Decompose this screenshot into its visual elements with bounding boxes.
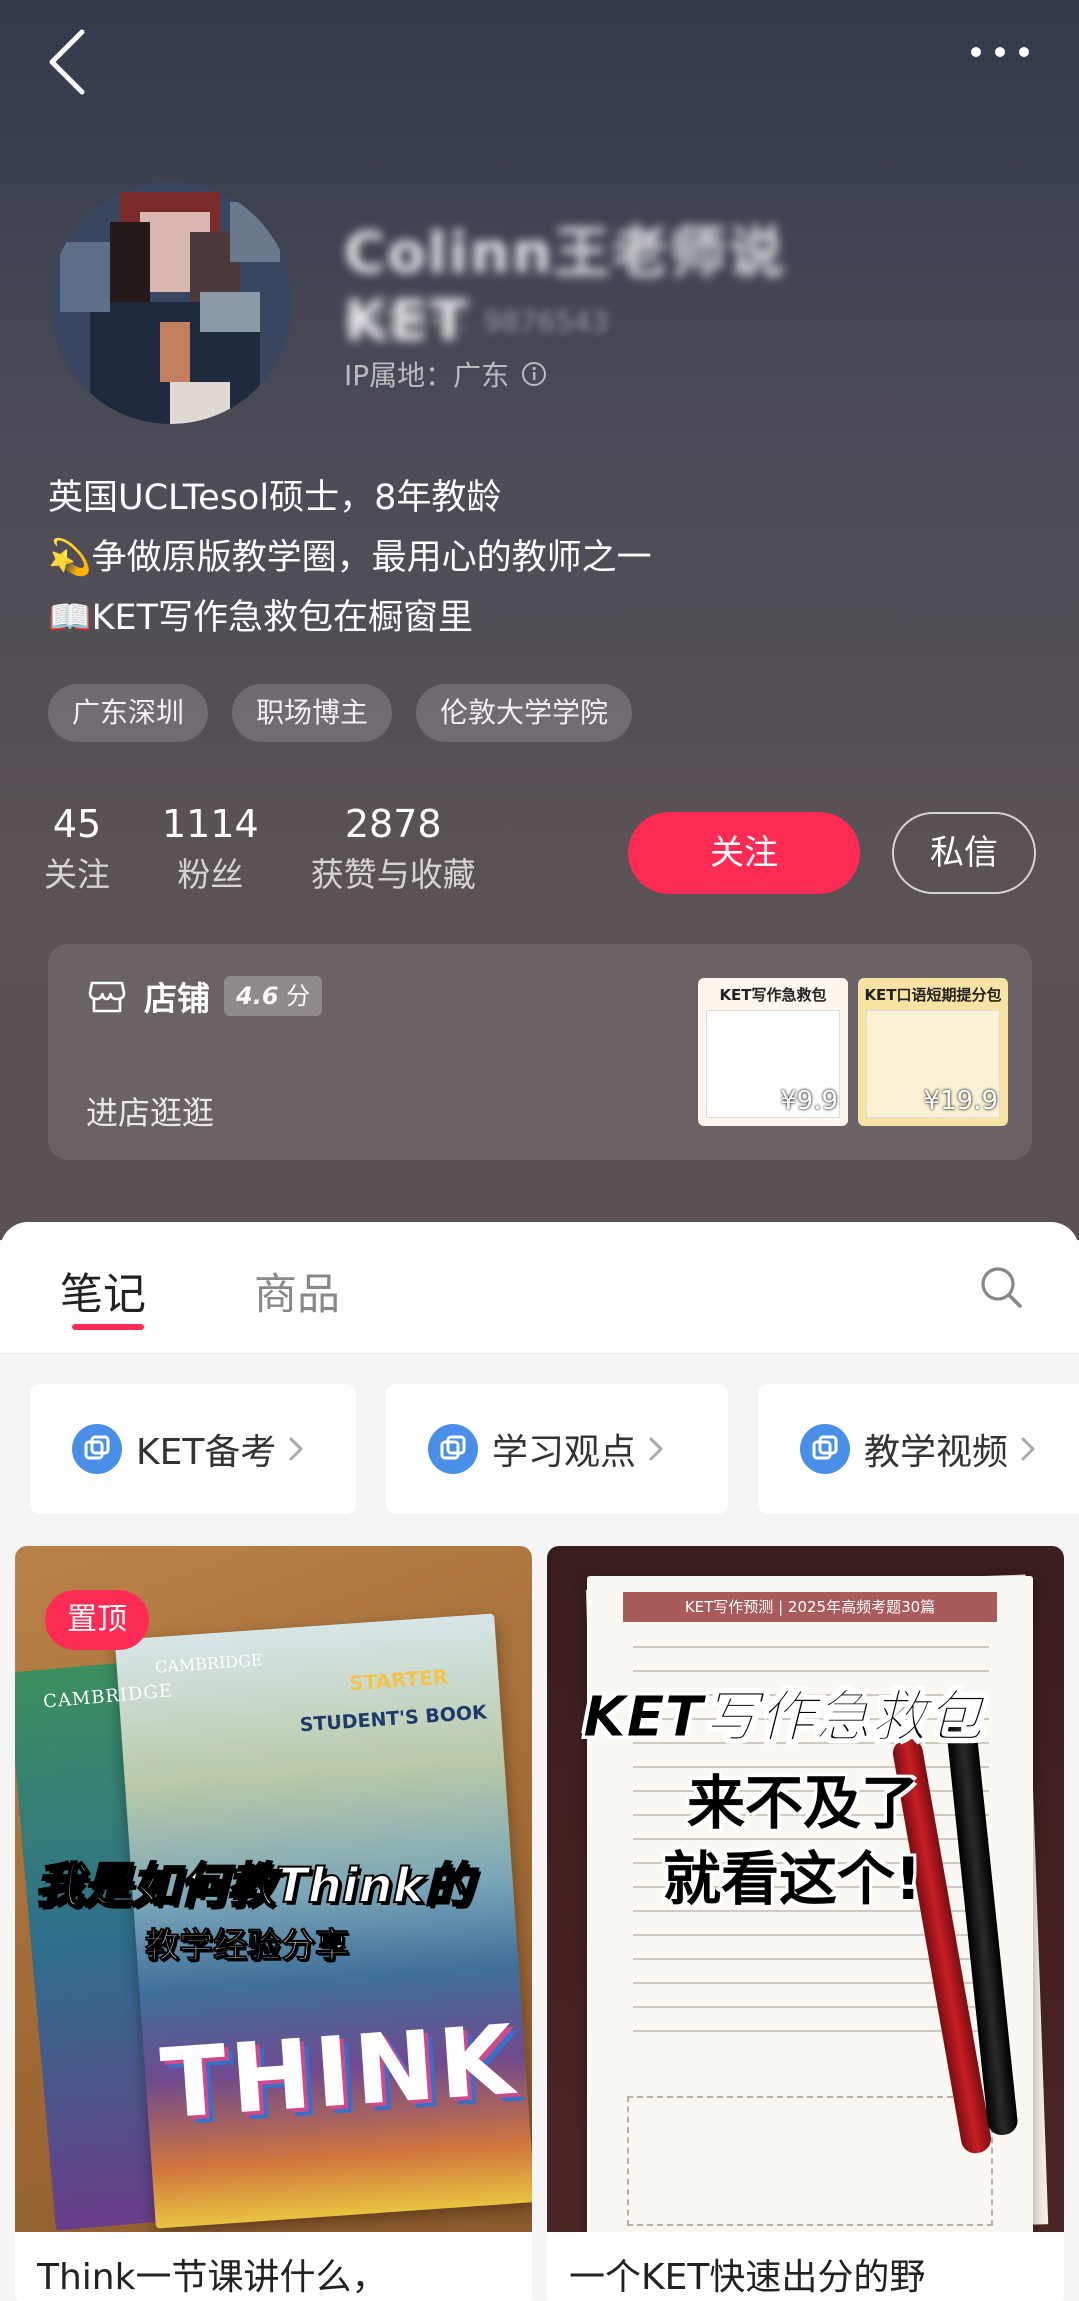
stat-followers[interactable]: 1114 粉丝 bbox=[162, 798, 259, 900]
shop-rating-value: 4.6 bbox=[236, 982, 279, 1010]
tag-school[interactable]: 伦敦大学学院 bbox=[416, 684, 633, 742]
profile-header: Colinn王老师说KET 小红书号：9876543 IP属地：广东 英国UCL… bbox=[0, 0, 1079, 1240]
cover-subtitle: 来不及了 bbox=[687, 1769, 920, 1837]
back-button[interactable] bbox=[44, 22, 104, 102]
info-icon[interactable] bbox=[521, 361, 547, 387]
chevron-left-icon bbox=[49, 29, 85, 95]
tag-role: 职场博主 bbox=[232, 684, 393, 742]
note-card[interactable]: 置顶 CAMBRIDGE CAMBRIDGE STARTER STUDENT'S… bbox=[15, 1546, 532, 2301]
shop-card[interactable]: 店铺 4.6 分 进店逛逛 KET写作急救包 ¥9.9 KET口语短期提分包 ¥… bbox=[48, 944, 1032, 1160]
chevron-right-icon bbox=[1021, 1437, 1035, 1461]
product-title: KET写作急救包 bbox=[719, 986, 827, 1004]
stat-following[interactable]: 45 关注 bbox=[44, 798, 110, 900]
stat-likes[interactable]: 2878 获赞与收藏 bbox=[311, 798, 476, 900]
worksheet-header: KET写作预测 | 2025年高频考题30篇 bbox=[623, 1592, 997, 1622]
stat-followers-label: 粉丝 bbox=[177, 855, 244, 894]
bio-line: 💫争做原版教学圈，最用心的教师之一 bbox=[48, 538, 652, 578]
username: Colinn王老师说KET bbox=[344, 221, 786, 354]
cover-subtitle: 就看这个! bbox=[663, 1845, 922, 1913]
stat-following-label: 关注 bbox=[44, 855, 110, 894]
chevron-right-icon bbox=[649, 1437, 663, 1461]
profile-tags: 广东深圳 职场博主 伦敦大学学院 bbox=[48, 684, 633, 742]
note-card[interactable]: KET写作预测 | 2025年高频考题30篇 KET写作急救包 来不及了 就看这… bbox=[547, 1546, 1064, 2301]
search-icon bbox=[981, 1267, 1022, 1308]
active-tab-indicator bbox=[72, 1324, 144, 1330]
bio: 英国UCLTesol硕士，8年教龄 💫争做原版教学圈，最用心的教师之一 📖KET… bbox=[48, 468, 1028, 648]
collection-label: KET备考 bbox=[136, 1432, 277, 1473]
collection-label: 教学视频 bbox=[864, 1432, 1009, 1473]
shop-product[interactable]: KET口语短期提分包 ¥19.9 bbox=[858, 978, 1008, 1126]
note-title: 一个KET快速出分的野 bbox=[569, 2257, 926, 2298]
avatar[interactable] bbox=[50, 182, 292, 424]
collection-icon bbox=[72, 1424, 122, 1474]
stat-likes-count: 2878 bbox=[344, 802, 442, 846]
note-cover: 置顶 CAMBRIDGE CAMBRIDGE STARTER STUDENT'S… bbox=[15, 1546, 532, 2232]
cover-title: 我是如何教Think的 bbox=[34, 1857, 473, 1915]
shop-icon bbox=[88, 981, 126, 1013]
tag-location: 广东深圳 bbox=[48, 684, 209, 742]
collection-teaching-videos[interactable]: 教学视频 bbox=[758, 1384, 1079, 1514]
collection-label: 学习观点 bbox=[492, 1432, 637, 1473]
notes-feed: 置顶 CAMBRIDGE CAMBRIDGE STARTER STUDENT'S… bbox=[0, 1534, 1079, 2301]
tab-notes[interactable]: 笔记 bbox=[60, 1260, 146, 1322]
content-tabs: 笔记 商品 bbox=[0, 1222, 1079, 1354]
shop-name: 店铺 bbox=[144, 979, 210, 1018]
pinned-badge: 置顶 bbox=[45, 1590, 149, 1650]
enter-shop-link[interactable]: 进店逛逛 bbox=[86, 1088, 214, 1134]
cover-subtitle: 教学经验分享 bbox=[145, 1926, 350, 1967]
cover-title: KET写作急救包 bbox=[583, 1685, 984, 1751]
ip-location: IP属地：广东 bbox=[344, 352, 547, 396]
collection-icon bbox=[428, 1424, 478, 1474]
more-options-button[interactable] bbox=[960, 30, 1040, 74]
bio-line: 📖KET写作急救包在橱窗里 bbox=[48, 598, 474, 638]
product-title: KET口语短期提分包 bbox=[864, 986, 1002, 1004]
bio-line: 英国UCLTesol硕士，8年教龄 bbox=[48, 478, 502, 518]
tab-products[interactable]: 商品 bbox=[254, 1260, 340, 1322]
search-button[interactable] bbox=[978, 1264, 1024, 1310]
shop-rating: 4.6 分 bbox=[224, 976, 323, 1016]
worksheet-box bbox=[627, 2096, 993, 2226]
note-cover: KET写作预测 | 2025年高频考题30篇 KET写作急救包 来不及了 就看这… bbox=[547, 1546, 1064, 2232]
stat-likes-label: 获赞与收藏 bbox=[310, 855, 476, 894]
ellipsis-icon bbox=[971, 47, 1029, 57]
stat-following-count: 45 bbox=[52, 802, 102, 846]
collections-row: KET备考 学习观点 教学视频 bbox=[0, 1354, 1079, 1534]
collection-learning-views[interactable]: 学习观点 bbox=[386, 1384, 728, 1514]
shop-product[interactable]: KET写作急救包 ¥9.9 bbox=[698, 978, 848, 1126]
follow-button[interactable]: 关注 bbox=[628, 812, 860, 894]
avatar-image bbox=[50, 182, 292, 424]
note-title: Think一节课讲什么， bbox=[37, 2257, 388, 2298]
collection-icon bbox=[800, 1424, 850, 1474]
chevron-right-icon bbox=[289, 1437, 303, 1461]
ip-location-text: IP属地：广东 bbox=[344, 359, 510, 392]
shop-rating-unit: 分 bbox=[286, 982, 311, 1010]
collection-ket-prep[interactable]: KET备考 bbox=[30, 1384, 356, 1514]
shop-title-row: 店铺 4.6 分 bbox=[86, 972, 323, 1020]
profile-stats: 45 关注 1114 粉丝 2878 获赞与收藏 bbox=[44, 798, 528, 900]
message-button[interactable]: 私信 bbox=[892, 812, 1036, 894]
product-price: ¥9.9 bbox=[780, 1086, 838, 1116]
stat-followers-count: 1114 bbox=[162, 802, 259, 846]
product-price: ¥19.9 bbox=[923, 1086, 998, 1116]
user-id: 小红书号：9876543 bbox=[344, 305, 609, 338]
